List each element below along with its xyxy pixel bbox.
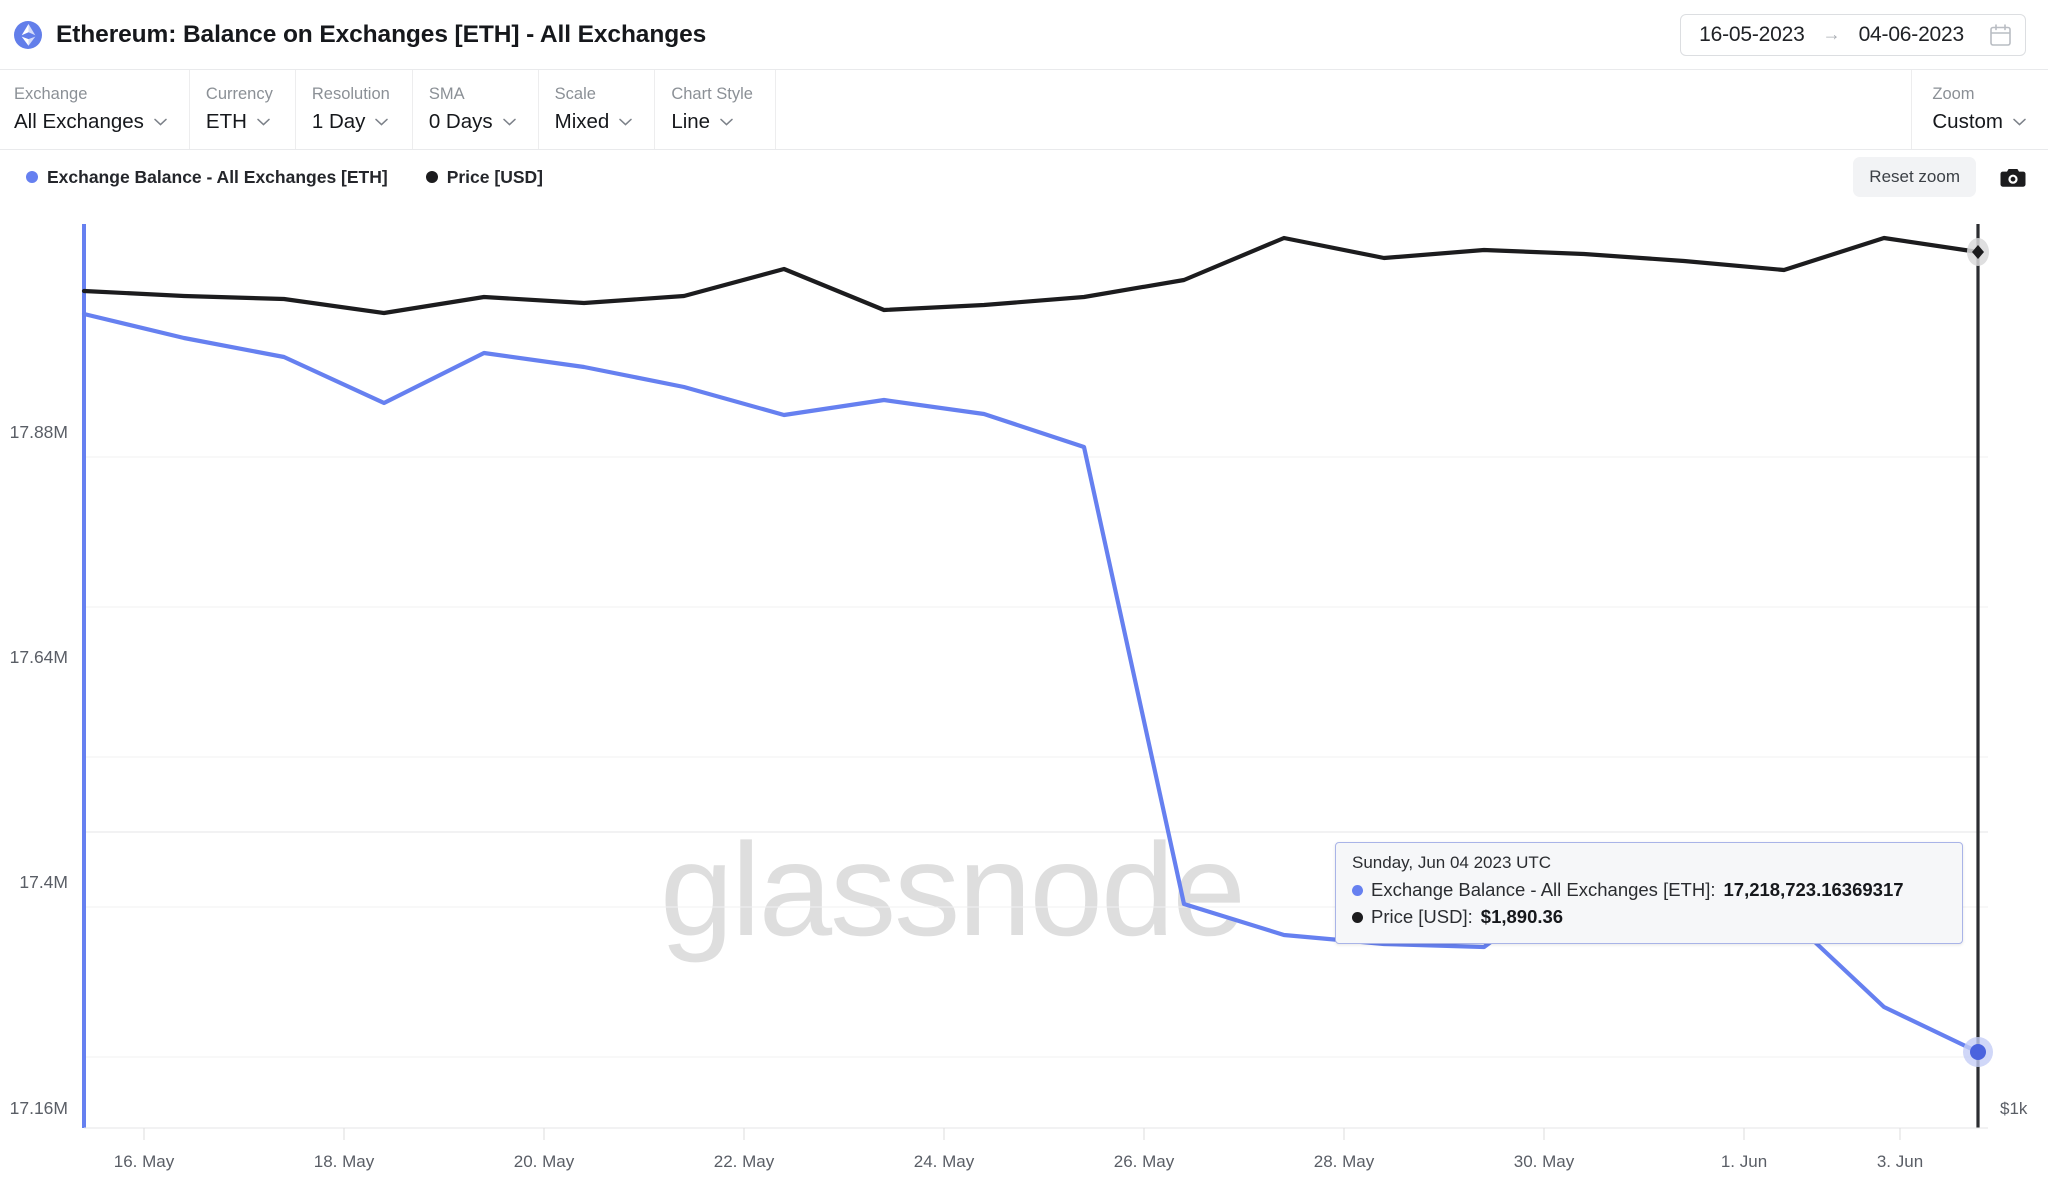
- control-bar: Exchange All Exchanges Currency ETH Reso…: [0, 70, 2048, 150]
- x-tick-label: 30. May: [1514, 1152, 1575, 1171]
- control-bar-spacer: [776, 70, 1911, 149]
- control-zoom[interactable]: Zoom Custom: [1911, 70, 2048, 149]
- control-currency-value: ETH: [205, 110, 247, 133]
- legend-actions: Reset zoom: [1853, 157, 2030, 197]
- chart-gridlines: [84, 456, 1988, 1129]
- reset-zoom-button[interactable]: Reset zoom: [1853, 157, 1976, 197]
- control-exchange-value: All Exchanges: [14, 110, 144, 133]
- control-exchange[interactable]: Exchange All Exchanges: [0, 70, 190, 149]
- x-tick-label: 20. May: [514, 1152, 575, 1171]
- control-scale[interactable]: Scale Mixed: [539, 70, 656, 149]
- x-tick-label: 26. May: [1114, 1152, 1175, 1171]
- legend-item-price[interactable]: Price [USD]: [425, 166, 543, 188]
- app-header: Ethereum: Balance on Exchanges [ETH] - A…: [0, 0, 2048, 70]
- control-zoom-value: Custom: [1932, 110, 2003, 133]
- chart-legend-bar: Exchange Balance - All Exchanges [ETH] P…: [0, 150, 2048, 204]
- chevron-down-icon[interactable]: [2013, 118, 2026, 126]
- price-series-line: [81, 235, 1981, 316]
- control-sma-label: SMA: [428, 85, 465, 103]
- legend-item-label: Price [USD]: [446, 166, 543, 187]
- date-range-picker[interactable]: 16-05-2023 → 04-06-2023: [1680, 13, 2026, 56]
- control-resolution[interactable]: Resolution 1 Day: [296, 70, 413, 149]
- y-tick-label: 17.88M: [10, 422, 68, 442]
- control-currency-label: Currency: [205, 85, 273, 103]
- y2-tick-label: $1k: [2000, 1099, 2028, 1118]
- chart-y-axis: 17.88M 17.64M 17.4M 17.16M: [10, 224, 86, 1128]
- control-sma-value: 0 Days: [428, 110, 493, 133]
- control-exchange-label: Exchange: [14, 85, 88, 103]
- x-tick-label: 1. Jun: [1721, 1152, 1767, 1171]
- chevron-down-icon[interactable]: [257, 118, 270, 126]
- chevron-down-icon[interactable]: [502, 118, 516, 126]
- control-scale-value: Mixed: [554, 110, 610, 133]
- chart-right-axis: $1k: [2000, 1099, 2028, 1118]
- date-range-end[interactable]: 04-06-2023: [1859, 23, 1965, 47]
- control-chart-style-label: Chart Style: [671, 85, 753, 103]
- control-resolution-label: Resolution: [311, 85, 390, 103]
- control-sma[interactable]: SMA 0 Days: [413, 70, 539, 149]
- date-range-arrow-icon: →: [1822, 24, 1841, 44]
- x-tick-label: 22. May: [714, 1152, 775, 1171]
- chevron-down-icon[interactable]: [720, 118, 733, 126]
- chevron-down-icon[interactable]: [154, 118, 167, 126]
- date-range-start[interactable]: 16-05-2023: [1699, 23, 1805, 47]
- x-tick-label: 18. May: [314, 1152, 375, 1171]
- legend-item-label: Exchange Balance - All Exchanges [ETH]: [47, 166, 388, 187]
- x-tick-label: 3. Jun: [1877, 1152, 1923, 1171]
- chart-canvas[interactable]: 17.88M 17.64M 17.4M 17.16M $1k 16. May 1…: [0, 204, 2048, 1201]
- title-group: Ethereum: Balance on Exchanges [ETH] - A…: [14, 20, 707, 49]
- control-chart-style-value: Line: [671, 110, 711, 133]
- legend-color-dot: [26, 171, 38, 183]
- balance-series-line: [81, 311, 1981, 1055]
- control-scale-label: Scale: [554, 85, 596, 103]
- header-right: 16-05-2023 → 04-06-2023: [1680, 13, 2026, 56]
- x-tick-label: 24. May: [914, 1152, 975, 1171]
- camera-icon[interactable]: [1996, 167, 2030, 188]
- ethereum-icon: [14, 20, 42, 49]
- legend-item-exchange-balance[interactable]: Exchange Balance - All Exchanges [ETH]: [26, 167, 388, 188]
- y-tick-label: 17.4M: [19, 872, 68, 892]
- legend-color-dot: [425, 171, 438, 183]
- chevron-down-icon[interactable]: [375, 118, 389, 126]
- legend-items: Exchange Balance - All Exchanges [ETH] P…: [26, 167, 543, 188]
- price-series-end-marker: [1967, 238, 1989, 266]
- y-tick-label: 17.64M: [10, 647, 68, 667]
- balance-series-end-marker: [1963, 1037, 1993, 1067]
- control-resolution-value: 1 Day: [311, 110, 366, 133]
- control-currency[interactable]: Currency ETH: [190, 70, 296, 149]
- chart-area[interactable]: glassnode 17.88M 17.64M 17.4M 17.16M $1k: [0, 204, 2048, 1201]
- chart-x-axis: 16. May 18. May 20. May 22. May 24. May …: [84, 1127, 1988, 1171]
- chevron-down-icon[interactable]: [619, 118, 633, 126]
- calendar-icon[interactable]: [1990, 23, 2011, 46]
- control-zoom-label: Zoom: [1932, 85, 1975, 103]
- x-tick-label: 16. May: [114, 1152, 175, 1171]
- page-title: Ethereum: Balance on Exchanges [ETH] - A…: [56, 20, 707, 48]
- control-chart-style[interactable]: Chart Style Line: [655, 70, 776, 149]
- x-tick-label: 28. May: [1314, 1152, 1375, 1171]
- y-tick-label: 17.16M: [10, 1098, 68, 1118]
